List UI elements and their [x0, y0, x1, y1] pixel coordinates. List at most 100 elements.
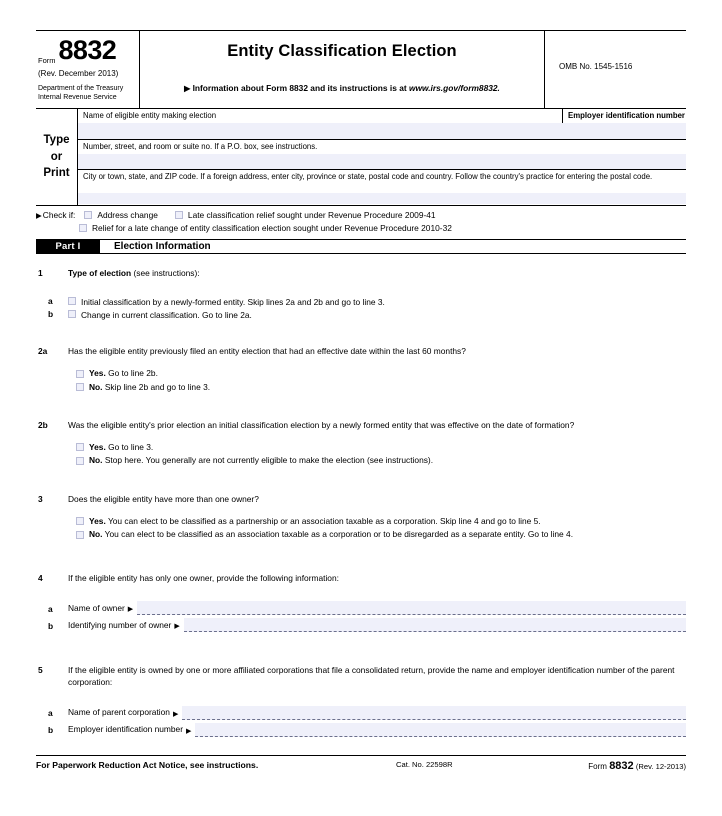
initial-classification-checkbox[interactable] — [68, 297, 76, 306]
line-4b-row: b Identifying number of owner ▶ — [36, 618, 686, 633]
change-classification-checkbox[interactable] — [68, 309, 76, 318]
late-change-relief-checkbox[interactable] — [79, 224, 87, 233]
right-arrow-icon: ▶ — [172, 710, 179, 718]
parent-ein-input[interactable] — [195, 722, 686, 737]
line-1a: a Initial classification by a newly-form… — [36, 296, 686, 309]
line-3-yes-checkbox[interactable] — [76, 517, 84, 526]
check-if-label: Check if: — [42, 210, 76, 220]
late-change-relief-label: Relief for a late change of entity class… — [92, 223, 452, 234]
line-2a-options: Yes. Go to line 2b. No. Skip line 2b and… — [36, 368, 686, 393]
form-number: 8832 — [58, 35, 117, 65]
line-2a-yes-lead: Yes. — [89, 368, 106, 379]
late-change-relief-option[interactable]: Relief for a late change of entity class… — [79, 223, 452, 234]
right-arrow-icon: ▶ — [184, 84, 191, 93]
line-3-no-text: You can elect to be classified as an ass… — [102, 529, 574, 540]
line-1b-text: Change in current classification. Go to … — [81, 309, 252, 320]
part-1-title: Election Information — [114, 240, 211, 252]
right-arrow-icon: ▶ — [36, 211, 42, 220]
type-or-print-label: Type or Print — [36, 109, 78, 205]
line-2a-yes-checkbox[interactable] — [76, 369, 84, 378]
owner-identifying-number-input[interactable] — [183, 618, 686, 633]
line-3-no-checkbox[interactable] — [76, 530, 84, 539]
line-2b-no-lead: No. — [89, 455, 103, 466]
line-1b-number: b — [48, 308, 54, 319]
line-1-number: 1 — [38, 267, 43, 278]
line-2a-question: Has the eligible entity previously filed… — [68, 346, 466, 357]
line-1a-option[interactable]: Initial classification by a newly-formed… — [68, 296, 686, 309]
street-address-input[interactable] — [78, 154, 686, 169]
line-4-number: 4 — [38, 572, 43, 583]
address-change-option[interactable]: Address change — [84, 210, 158, 221]
footer-form-word: Form — [588, 762, 607, 771]
line-4-question: If the eligible entity has only one owne… — [68, 572, 339, 583]
catalog-number: Cat. No. 22598R — [396, 760, 453, 769]
line-2b-yes-lead: Yes. — [89, 441, 106, 452]
line-2b-no-option[interactable]: No. Stop here. You generally are not cur… — [76, 455, 686, 467]
line-5b-number: b — [48, 724, 54, 735]
line-1b-option[interactable]: Change in current classification. Go to … — [68, 309, 686, 322]
line-3-yes-lead: Yes. — [89, 515, 106, 526]
check-if-row-1: ▶ Check if: Address change Late classifi… — [36, 210, 686, 221]
entity-name-input[interactable] — [78, 123, 686, 139]
line-5: 5 If the eligible entity is owned by one… — [36, 665, 686, 688]
line-3-yes-option[interactable]: Yes. You can elect to be classified as a… — [76, 516, 686, 528]
street-address-row: Number, street, and room or suite no. If… — [78, 140, 686, 170]
line-2a-no-text: Skip line 2b and go to line 3. — [102, 381, 211, 392]
line-5a-number: a — [48, 707, 53, 718]
line-2b-yes-option[interactable]: Yes. Go to line 3. — [76, 442, 686, 454]
line-5a-label: Name of parent corporation — [68, 706, 170, 717]
line-1-text: Type of election (see instructions): — [68, 268, 686, 280]
line-4b-label: Identifying number of owner — [68, 619, 172, 630]
line-1a-number: a — [48, 296, 53, 307]
ein-caption: Employer identification number — [568, 111, 685, 120]
late-classification-relief-checkbox[interactable] — [174, 211, 183, 219]
line-3-yes-text: You can elect to be classified as a part… — [105, 515, 541, 526]
owner-name-input[interactable] — [137, 601, 686, 616]
line-2a-yes-option[interactable]: Yes. Go to line 2b. — [76, 368, 686, 380]
line-4a-label: Name of owner — [68, 602, 125, 613]
line-2b-options: Yes. Go to line 3. No. Stop here. You ge… — [36, 442, 686, 467]
form-body: 1 Type of election (see instructions): a… — [36, 254, 686, 737]
form-number-line: Form 8832 — [38, 37, 139, 64]
header-title-block: Entity Classification Election ▶ Informa… — [140, 31, 544, 108]
department-line-2: Internal Revenue Service — [38, 93, 117, 101]
header-omb-block: OMB No. 1545-1516 — [544, 31, 686, 108]
line-2b-yes-checkbox[interactable] — [76, 443, 84, 452]
line-2b: 2b Was the eligible entity's prior elect… — [36, 420, 686, 432]
type-or-print-line-3: Print — [43, 167, 70, 180]
address-change-checkbox[interactable] — [84, 211, 93, 219]
line-2b-yes-text: Go to line 3. — [105, 441, 154, 452]
line-2a-no-option[interactable]: No. Skip line 2b and go to line 3. — [76, 382, 686, 394]
line-5a-row: a Name of parent corporation ▶ — [36, 705, 686, 720]
line-3-no-option[interactable]: No. You can elect to be classified as an… — [76, 529, 686, 541]
entity-name-row: Name of eligible entity making election … — [78, 109, 686, 140]
line-2a-no-checkbox[interactable] — [76, 383, 84, 392]
line-4a-number: a — [48, 603, 53, 614]
form-info-text: Information about Form 8832 and its inst… — [192, 83, 409, 93]
line-2b-no-checkbox[interactable] — [76, 456, 84, 465]
parent-corporation-name-input[interactable] — [182, 705, 686, 720]
department-line-1: Department of the Treasury — [38, 85, 124, 92]
irs-website-link[interactable]: www.irs.gov/form8832. — [409, 83, 500, 93]
footer-form-revision: (Rev. 12-2013) — [635, 762, 686, 771]
city-state-zip-input[interactable] — [78, 193, 686, 204]
right-arrow-icon: ▶ — [185, 727, 192, 735]
line-3-options: Yes. You can elect to be classified as a… — [36, 516, 686, 541]
type-or-print-block: Type or Print Name of eligible entity ma… — [36, 109, 686, 206]
paperwork-notice: For Paperwork Reduction Act Notice, see … — [36, 760, 259, 770]
check-if-section: ▶ Check if: Address change Late classifi… — [36, 206, 686, 236]
footer-form-identity: Form 8832 (Rev. 12-2013) — [588, 760, 686, 772]
line-3-question: Does the eligible entity have more than … — [68, 494, 259, 505]
line-5b-label: Employer identification number — [68, 723, 183, 734]
line-3: 3 Does the eligible entity have more tha… — [36, 494, 686, 506]
line-5b-row: b Employer identification number ▶ — [36, 722, 686, 737]
header-form-identity: Form 8832 (Rev. December 2013) Department… — [36, 31, 140, 108]
page-title: Entity Classification Election — [227, 42, 457, 60]
line-3-number: 3 — [38, 494, 43, 505]
line-1b: b Change in current classification. Go t… — [36, 309, 686, 322]
late-classification-relief-option[interactable]: Late classification relief sought under … — [174, 210, 436, 221]
